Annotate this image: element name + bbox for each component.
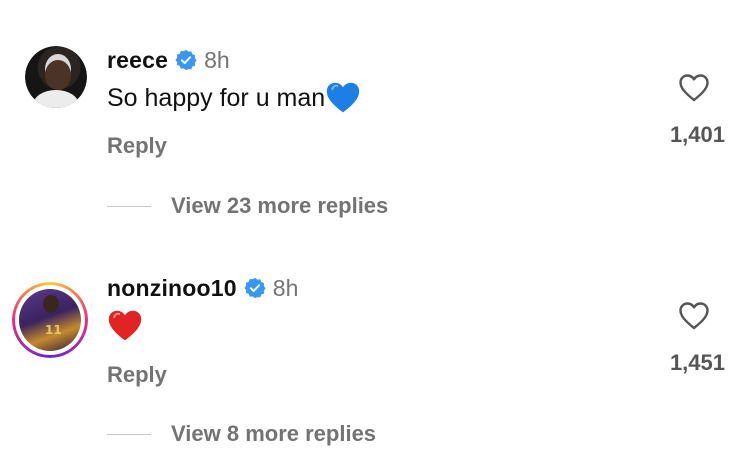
blue-heart-icon [327,82,360,113]
comment-text-content: So happy for u man [107,83,326,112]
timestamp: 8h [272,274,299,301]
avatar-image [25,46,87,108]
username[interactable]: nonzinoo10 [107,275,237,302]
comment-header: reece 8h [107,46,230,74]
comment-text [107,308,143,344]
verified-badge-icon [175,49,197,71]
like-count: 1,401 [669,122,725,147]
username[interactable]: reece [107,47,168,74]
comment-item: reece 8h So happy for u man Reply 1,401 … [0,0,750,228]
view-more-replies-button[interactable]: View 23 more replies [107,193,388,219]
view-replies-label[interactable]: View 8 more replies [171,421,376,447]
avatar-jersey-number: 11 [45,323,62,337]
comment-item: 11 nonzinoo10 8h Reply 1,451 View 8 more… [0,228,750,451]
view-replies-label[interactable]: View 23 more replies [171,193,388,219]
red-heart-icon [108,310,142,341]
comment-header: nonzinoo10 8h [107,274,298,302]
avatar-image: 11 [19,289,81,351]
like-count: 1,451 [669,350,725,375]
view-more-replies-button[interactable]: View 8 more replies [107,421,376,447]
comment-text: So happy for u man [107,80,361,116]
verified-badge-icon [244,277,266,299]
avatar[interactable] [25,46,87,108]
timestamp: 8h [204,46,230,73]
replies-divider [107,433,151,435]
heart-like-icon[interactable] [678,300,710,332]
avatar[interactable]: 11 [12,282,88,358]
heart-like-icon[interactable] [678,72,710,104]
reply-button[interactable]: Reply [107,133,167,159]
reply-button[interactable]: Reply [107,362,167,388]
replies-divider [107,205,151,207]
